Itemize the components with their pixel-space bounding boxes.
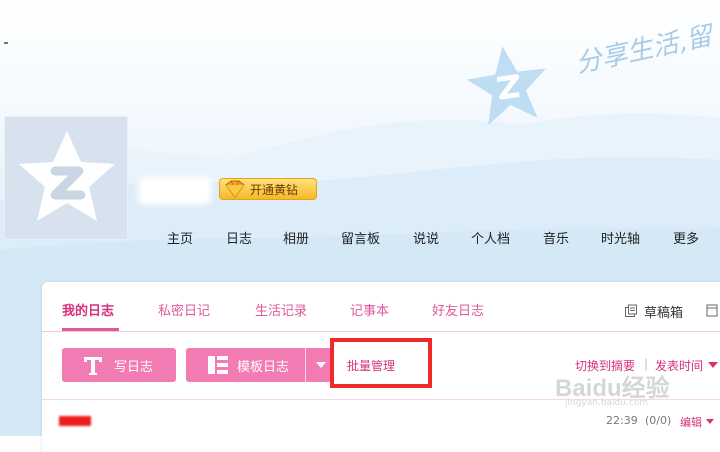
watermark-url: jingyan.baidu.com	[565, 398, 649, 408]
draft-box-label: 草稿箱	[644, 305, 684, 321]
recycle-bin-icon[interactable]	[704, 302, 720, 318]
nav-item-status[interactable]: 说说	[413, 228, 439, 247]
tab-private-diary[interactable]: 私密日记	[158, 300, 210, 319]
nav-item-blog[interactable]: 日志	[226, 228, 252, 247]
tab-my-blog[interactable]: 我的日志	[62, 300, 114, 319]
entry-comment-count: (0/0)	[645, 414, 672, 427]
template-list-icon	[208, 356, 228, 374]
draft-box-icon	[625, 304, 637, 317]
open-vip-label: 开通黄钻	[250, 182, 299, 197]
nav-item-guestbook[interactable]: 留言板	[341, 228, 380, 247]
qzone-star-icon	[19, 131, 115, 221]
highlight-box	[330, 338, 432, 388]
template-blog-button[interactable]: 模板日志	[186, 348, 332, 382]
nickname	[142, 181, 208, 201]
write-blog-label: 写日志	[114, 359, 154, 375]
entry-edit-caret-icon[interactable]	[706, 419, 714, 424]
template-dropdown-caret-icon[interactable]	[316, 362, 326, 368]
tab-notebook[interactable]: 记事本	[350, 300, 389, 319]
baidu-watermark: Baidu经验 jingyan.baidu.com	[555, 368, 720, 412]
entry-title[interactable]	[59, 416, 91, 426]
text-t-icon	[84, 357, 102, 375]
draft-box-link[interactable]: 草稿箱	[624, 302, 684, 321]
template-blog-label: 模板日志	[237, 359, 290, 375]
button-split-divider	[305, 348, 306, 382]
entry-edit-link[interactable]: 编辑	[680, 414, 702, 430]
tabs-divider	[42, 331, 720, 332]
diamond-icon	[225, 180, 245, 198]
entry-time: 22:39	[606, 414, 638, 427]
nav-item-timeline[interactable]: 时光轴	[601, 228, 640, 247]
nav-item-more[interactable]: 更多	[673, 228, 699, 247]
write-blog-button[interactable]: 写日志	[62, 348, 176, 382]
tab-life-record[interactable]: 生活记录	[255, 300, 307, 319]
stray-mark	[4, 42, 8, 44]
nav-item-profile[interactable]: 个人档	[471, 228, 510, 247]
open-vip-button[interactable]: 开通黄钻	[219, 178, 317, 200]
tab-friends-blog[interactable]: 好友日志	[432, 300, 484, 319]
nav-item-home[interactable]: 主页	[167, 228, 193, 247]
main-nav: 主页 日志 相册 留言板 说说 个人档 音乐 时光轴 更多	[0, 228, 720, 250]
nav-item-music[interactable]: 音乐	[543, 228, 569, 247]
nav-item-album[interactable]: 相册	[283, 228, 309, 247]
avatar[interactable]	[4, 116, 128, 240]
